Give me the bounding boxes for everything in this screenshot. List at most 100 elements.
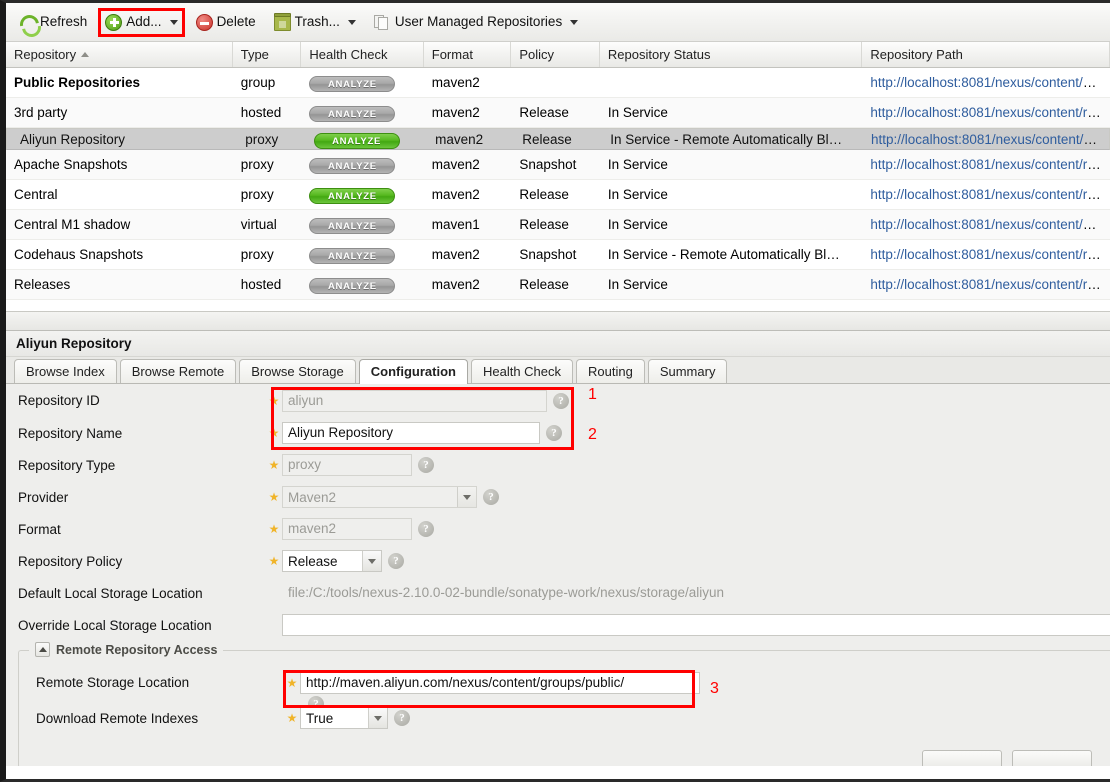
table-row[interactable]: Apache Snapshots proxy ANALYZE maven2 Snapsh…: [6, 150, 1110, 180]
cell-health-check: ANALYZE: [301, 270, 423, 299]
download-remote-indexes-label: Download Remote Indexes: [36, 710, 199, 726]
help-icon[interactable]: ?: [394, 710, 410, 726]
tab-routing[interactable]: Routing: [576, 359, 645, 383]
repository-path-link[interactable]: http://localhost:8081/nexus/content/rep: [870, 247, 1102, 262]
delete-button[interactable]: Delete: [189, 8, 263, 36]
cell-repository-path: http://localhost:8081/nexus/content/sha: [862, 210, 1110, 239]
user-managed-repositories-button[interactable]: User Managed Repositories: [367, 8, 585, 36]
repository-policy-select-value: Release: [288, 553, 338, 569]
repositories-toolbar: Refresh Add... Delete Trash... User Mana…: [6, 3, 1110, 42]
required-star-icon: ★: [268, 393, 280, 408]
tab-summary[interactable]: Summary: [647, 359, 728, 383]
repository-path-link[interactable]: http://localhost:8081/nexus/content/rep: [871, 132, 1103, 147]
table-row[interactable]: Central proxy ANALYZE maven2 Release In Servi…: [6, 180, 1110, 210]
cell-repository-status: In Service - Remote Automatically Bl…: [607, 247, 840, 262]
repository-policy-select[interactable]: Release: [282, 550, 382, 572]
cell-repository-status: In Service: [607, 157, 668, 172]
help-icon[interactable]: ?: [418, 457, 434, 473]
table-row[interactable]: Codehaus Snapshots proxy ANALYZE maven2 Snap…: [6, 240, 1110, 270]
analyze-button[interactable]: ANALYZE: [309, 248, 396, 264]
trash-button[interactable]: Trash...: [267, 8, 363, 36]
cell-format: maven1: [431, 217, 480, 232]
analyze-button[interactable]: ANALYZE: [309, 188, 396, 204]
repository-path-link[interactable]: http://localhost:8081/nexus/content/rep: [870, 157, 1102, 172]
table-row[interactable]: 3rd party hosted ANALYZE maven2 Release In Se…: [6, 98, 1110, 128]
repository-name-input[interactable]: Aliyun Repository: [282, 422, 540, 444]
repository-id-input[interactable]: aliyun: [282, 389, 547, 412]
repository-policy-label: Repository Policy: [18, 553, 123, 569]
help-icon[interactable]: ?: [553, 392, 569, 409]
repository-path-link[interactable]: http://localhost:8081/nexus/content/sha: [870, 217, 1104, 232]
cell-policy: Release: [519, 105, 569, 120]
cell-repository-status: In Service: [607, 217, 668, 232]
field-row-download-remote-indexes: Download Remote Indexes ★ True ?: [19, 701, 1110, 735]
tab-health-check[interactable]: Health Check: [470, 359, 574, 383]
chevron-down-icon: [368, 708, 387, 728]
chevron-down-icon: [570, 19, 579, 25]
download-remote-indexes-select[interactable]: True: [300, 707, 388, 729]
column-header-format[interactable]: Format: [424, 42, 512, 67]
tab-browse-index[interactable]: Browse Index: [14, 359, 117, 383]
repository-path-link[interactable]: http://localhost:8081/nexus/content/rep: [870, 277, 1102, 292]
refresh-button[interactable]: Refresh: [12, 8, 94, 36]
cell-repository: Public Repositories: [14, 75, 141, 90]
help-icon[interactable]: ?: [388, 553, 404, 569]
column-header-policy[interactable]: Policy: [511, 42, 600, 67]
cell-format: maven2: [431, 247, 480, 262]
required-star-icon: ★: [268, 554, 280, 568]
chevron-down-icon: [169, 19, 178, 25]
cell-type: virtual: [240, 217, 277, 232]
cell-policy: Release: [519, 187, 569, 202]
column-header-repository[interactable]: Repository: [6, 42, 233, 67]
cell-policy: Release: [519, 277, 569, 292]
column-header-type[interactable]: Type: [233, 42, 302, 67]
detail-panel-title: Aliyun Repository: [6, 330, 1110, 357]
help-icon[interactable]: ?: [483, 489, 499, 505]
cell-repository-status: [600, 68, 863, 97]
table-row[interactable]: Releases hosted ANALYZE maven2 Release In Ser…: [6, 270, 1110, 300]
provider-label: Provider: [18, 489, 69, 505]
field-row-repository-id: Repository ID ★ aliyun ?: [6, 384, 1110, 417]
override-local-storage-input[interactable]: [282, 614, 1110, 636]
repositories-grid-header: Repository Type Health Check Format Poli…: [6, 42, 1110, 68]
analyze-button[interactable]: ANALYZE: [309, 218, 396, 234]
repository-path-link[interactable]: http://localhost:8081/nexus/content/gro: [870, 75, 1102, 90]
analyze-button[interactable]: ANALYZE: [309, 76, 396, 92]
analyze-button[interactable]: ANALYZE: [309, 278, 396, 294]
column-header-repository-path[interactable]: Repository Path: [862, 42, 1110, 67]
table-row[interactable]: Aliyun Repository proxy ANALYZE maven2 Relea…: [6, 128, 1110, 150]
table-row[interactable]: Public Repositories group ANALYZE maven2 htt…: [6, 68, 1110, 98]
repository-path-link[interactable]: http://localhost:8081/nexus/content/rep: [870, 187, 1102, 202]
chevron-down-icon: [347, 19, 356, 25]
cell-type: proxy: [240, 247, 274, 262]
cell-repository: 3rd party: [14, 105, 68, 120]
add-button-label: Add...: [126, 14, 162, 29]
refresh-button-label: Refresh: [40, 14, 88, 29]
required-star-icon: ★: [286, 676, 298, 690]
analyze-button[interactable]: ANALYZE: [309, 106, 396, 122]
field-row-format: Format ★ maven2 ?: [6, 513, 1110, 545]
cell-health-check: ANALYZE: [301, 68, 423, 97]
required-star-icon: ★: [268, 522, 280, 536]
save-button[interactable]: [922, 750, 1002, 766]
analyze-button[interactable]: ANALYZE: [309, 158, 396, 174]
default-local-storage-label: Default Local Storage Location: [18, 585, 203, 601]
column-header-health-check[interactable]: Health Check: [301, 42, 424, 67]
tab-configuration[interactable]: Configuration: [358, 359, 468, 384]
cell-repository-path: http://localhost:8081/nexus/content/rep: [862, 150, 1110, 179]
cancel-button[interactable]: [1012, 750, 1092, 766]
cell-type: hosted: [240, 105, 282, 120]
download-remote-indexes-value: True: [306, 710, 334, 726]
repository-path-link[interactable]: http://localhost:8081/nexus/content/rep: [870, 105, 1102, 120]
repositories-grid-body: Public Repositories group ANALYZE maven2 htt…: [6, 68, 1110, 300]
column-header-repository-status[interactable]: Repository Status: [600, 42, 863, 67]
help-icon[interactable]: ?: [418, 521, 434, 537]
tab-browse-remote[interactable]: Browse Remote: [119, 359, 237, 383]
remote-storage-location-input[interactable]: http://maven.aliyun.com/nexus/content/gr…: [300, 672, 700, 694]
cell-health-check: ANALYZE: [301, 180, 423, 209]
tab-browse-storage[interactable]: Browse Storage: [239, 359, 356, 383]
analyze-button[interactable]: ANALYZE: [313, 132, 400, 149]
table-row[interactable]: Central M1 shadow virtual ANALYZE maven1 Rel…: [6, 210, 1110, 240]
help-icon[interactable]: ?: [546, 425, 562, 441]
add-button[interactable]: Add...: [98, 8, 184, 36]
